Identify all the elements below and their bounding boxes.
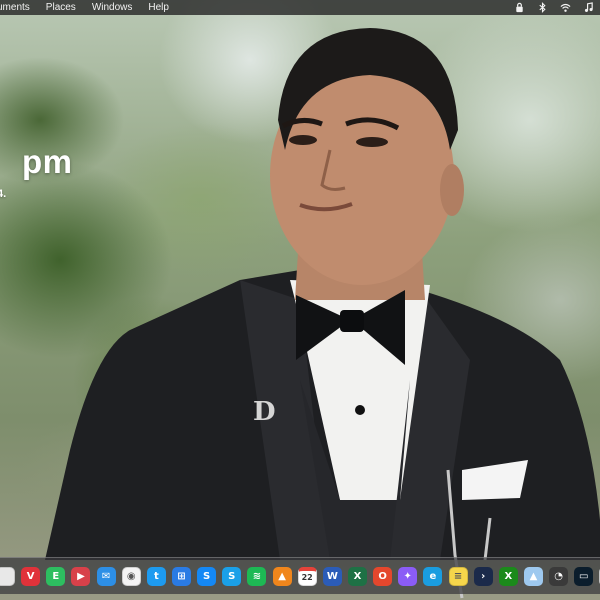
image-preview-icon[interactable]: ▲	[523, 566, 543, 586]
application-dock: V E ▶ ✉ ◉ t ⊞ S S ≋ ▲ 22 W X O ✦ e ≡ › X ▲ ◔ ▭	[0, 557, 600, 594]
office-icon[interactable]: O	[373, 566, 393, 586]
excel-icon[interactable]: X	[347, 566, 367, 586]
app-partial-icon[interactable]	[0, 566, 15, 586]
top-menu-bar: uments Places Windows Help	[0, 0, 600, 15]
desktop-screen: D uments Places Windows Help pm 4. V E ▶…	[0, 0, 600, 600]
desktop-clock-time: pm	[22, 143, 73, 180]
menu-documents[interactable]: uments	[0, 0, 30, 15]
wifi-icon[interactable]	[560, 2, 571, 13]
lock-icon[interactable]	[514, 2, 525, 13]
edge-icon[interactable]: e	[423, 566, 443, 586]
bluetooth-icon[interactable]	[537, 2, 548, 13]
music-note-icon[interactable]	[583, 2, 594, 13]
menu-places[interactable]: Places	[46, 0, 76, 15]
messenger-icon[interactable]: ✦	[398, 566, 418, 586]
desktop-clock-date: 4.	[0, 188, 7, 200]
console-icon[interactable]: ▭	[574, 566, 594, 586]
skype-icon[interactable]: S	[222, 566, 242, 586]
windows-grid-icon[interactable]: ⊞	[171, 566, 191, 586]
menu-windows[interactable]: Windows	[92, 0, 133, 15]
menu-status-area	[514, 0, 594, 15]
shazam-icon[interactable]: S	[197, 566, 217, 586]
evernote-icon[interactable]: E	[46, 566, 66, 586]
menu-help[interactable]: Help	[148, 0, 169, 15]
clapperboard-icon[interactable]: ▶	[71, 566, 91, 586]
terminal-icon[interactable]: ›	[473, 566, 493, 586]
vivaldi-icon[interactable]: V	[21, 566, 41, 586]
svg-text:D: D	[253, 397, 276, 427]
notes-icon[interactable]: ≡	[448, 566, 468, 586]
xbox-icon[interactable]: X	[498, 566, 518, 586]
calendar-icon[interactable]: 22	[297, 566, 317, 586]
twitter-icon[interactable]: t	[146, 566, 166, 586]
spotify-icon[interactable]: ≋	[247, 566, 267, 586]
word-icon[interactable]: W	[322, 566, 342, 586]
mail-icon[interactable]: ✉	[96, 566, 116, 586]
vlc-cone-icon[interactable]: ▲	[272, 566, 292, 586]
wallpaper-portrait: D	[45, 28, 600, 599]
system-monitor-icon[interactable]: ◔	[549, 566, 569, 586]
chrome-icon[interactable]: ◉	[121, 566, 141, 586]
